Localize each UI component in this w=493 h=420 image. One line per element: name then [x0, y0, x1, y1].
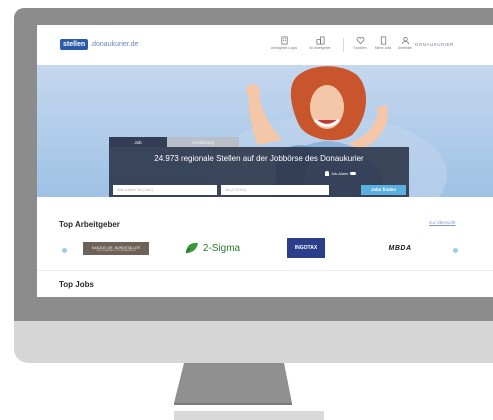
tab-job[interactable]: Job [109, 137, 167, 147]
tab-ausbildung[interactable]: Ausbildung [167, 137, 239, 147]
user-icon [401, 36, 409, 45]
employer-subline: RECHTSANWÄLTE STEUERBERATER [96, 249, 136, 252]
toggle-icon [350, 172, 357, 175]
browser-screen: stellen .donaukurier.de Arbeitgeber-Logo… [37, 25, 493, 297]
building-icon [280, 36, 288, 45]
find-jobs-button[interactable]: Jobs finden [361, 185, 406, 195]
carousel-next-button[interactable] [453, 248, 458, 253]
search-headline: 24.973 regionale Stellen auf der Jobbörs… [154, 154, 364, 163]
logo-domain: .donaukurier.de [90, 41, 139, 48]
employer-name: 2-Sigma [202, 242, 241, 254]
top-navigation: stellen .donaukurier.de Arbeitgeber-Logo… [37, 25, 493, 65]
employer-logo-ingotax[interactable]: INGOTAX [287, 238, 325, 258]
nav-item-label: Anmelden [397, 46, 413, 50]
section-divider [37, 270, 493, 271]
site-logo[interactable]: stellen .donaukurier.de [60, 39, 138, 50]
nav-item-label: Arbeitgeber-Logos [270, 46, 298, 50]
employer-logo-burgstaller[interactable]: KANZLEI DR. BURGSTALLER RECHTSANWÄLTE ST… [83, 242, 149, 255]
logo-box: stellen [60, 39, 89, 50]
brand-link[interactable]: DONAUKURIER [415, 42, 454, 47]
what-input[interactable]: Was suchen Sie (Job?) [113, 185, 217, 195]
nav-item-label: für Arbeitgeber [309, 46, 331, 50]
hero-banner: Job Ausbildung 24.973 regionale Stellen … [37, 65, 493, 197]
job-search-box: Job Ausbildung 24.973 regionale Stellen … [109, 137, 409, 197]
monitor-chin [14, 321, 493, 363]
leaf-icon [185, 242, 198, 254]
top-jobs-title: Top Jobs [59, 280, 94, 289]
employer-logo-2sigma[interactable]: 2-Sigma [177, 239, 247, 257]
nav-item-label: Favoriten [353, 46, 367, 50]
employers-overview-link[interactable]: zur Übersicht [429, 220, 456, 225]
nav-separator [343, 38, 344, 52]
top-employers-title: Top Arbeitgeber [59, 220, 120, 229]
nav-item-label: Meine Jobs [374, 46, 392, 50]
nav-item-fuer-arbeitgeber[interactable]: für Arbeitgeber [305, 36, 335, 50]
job-alarm-toggle[interactable]: Job-Alarm [325, 171, 357, 176]
nav-item-arbeitgeber-logos[interactable]: Arbeitgeber-Logos [269, 36, 299, 50]
employer-logo-mbda[interactable]: MBDA [379, 242, 421, 254]
where-input[interactable]: Wo (PLZ/Ort) [221, 185, 329, 195]
employer-name: MBDA [388, 244, 412, 252]
heart-icon [356, 37, 364, 45]
job-alarm-label: Job-Alarm [331, 171, 349, 176]
employer-name: INGOTAX [294, 245, 318, 251]
person-icon [325, 171, 329, 176]
document-icon [380, 36, 386, 45]
company-icon [316, 36, 324, 45]
carousel-prev-button[interactable] [62, 248, 67, 253]
